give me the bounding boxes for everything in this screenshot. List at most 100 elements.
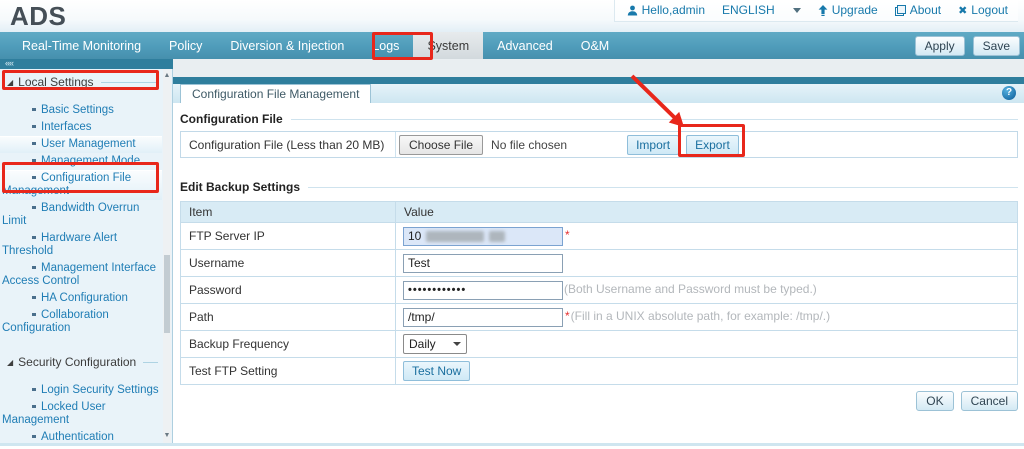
table-header-row: Item Value — [180, 201, 1018, 223]
sidebar-sections: ◢ Local Settings Basic Settings Interfaces U… — [0, 69, 162, 443]
sidebar-item-list: Basic Settings Interfaces User Management M… — [0, 102, 162, 337]
user-greeting: Hello,admin — [627, 3, 705, 17]
sidebar-item-configuration-file-management[interactable]: Configuration File Management — [0, 170, 162, 200]
export-button[interactable]: Export — [686, 134, 739, 155]
nav-logs[interactable]: Logs — [358, 32, 413, 59]
required-marker: * — [565, 228, 570, 243]
sidebar-item-locked-user-management[interactable]: Locked User Management — [0, 399, 162, 429]
configuration-file-label: Configuration File (Less than 20 MB) — [181, 132, 396, 157]
language-select[interactable]: ENGLISH — [722, 3, 801, 17]
input-value: 10 — [408, 229, 422, 243]
sidebar-item-basic-settings[interactable]: Basic Settings — [0, 102, 162, 119]
main-panel: Configuration File Management ? Configur… — [173, 59, 1024, 443]
sidebar-item-login-security-settings[interactable]: Login Security Settings — [0, 382, 162, 399]
panel-top-spacer — [173, 59, 1024, 77]
sidebar-item-bandwidth-overrun-limit[interactable]: Bandwidth Overrun Limit — [0, 200, 162, 230]
test-now-button[interactable]: Test Now — [403, 361, 471, 381]
scroll-down-arrow-icon[interactable]: ▼ — [163, 431, 171, 441]
bullet-icon — [32, 313, 36, 316]
table-row-backup-frequency: Backup Frequency Daily — [180, 330, 1018, 358]
save-button[interactable]: Save — [972, 35, 1020, 56]
expand-triangle-icon: ◢ — [7, 357, 14, 367]
section-title: Security Configuration — [18, 355, 137, 369]
column-header-item: Item — [180, 201, 396, 223]
configuration-file-controls: Choose File No file chosen Import Export — [396, 134, 1017, 155]
nav-advanced[interactable]: Advanced — [483, 32, 567, 59]
logout-link[interactable]: ✖ Logout — [958, 3, 1008, 17]
item-label: Username — [180, 249, 396, 277]
sidebar-collapse-bar[interactable]: «« — [0, 59, 173, 69]
logout-icon: ✖ — [958, 4, 968, 17]
sidebar-item-label: HA Configuration — [41, 292, 128, 304]
sidebar-item-management-mode[interactable]: Management Mode — [0, 153, 162, 170]
upgrade-link[interactable]: Upgrade — [818, 3, 878, 17]
section-rule — [308, 186, 1018, 188]
username-input[interactable]: Test — [403, 253, 563, 273]
about-link[interactable]: About — [894, 3, 941, 17]
bullet-icon — [32, 266, 36, 269]
chevron-down-icon — [792, 7, 801, 13]
sidebar-item-label: Configuration File Management — [2, 172, 132, 197]
sidebar-section-local-settings[interactable]: ◢ Local Settings — [0, 69, 162, 92]
bullet-icon — [32, 405, 36, 408]
scrollbar-thumb[interactable] — [164, 255, 170, 333]
sidebar-item-ha-configuration[interactable]: HA Configuration — [0, 290, 162, 307]
nav-policy[interactable]: Policy — [155, 32, 216, 59]
table-row-password: Password •••••••••••• (Both Username and P… — [180, 276, 1018, 304]
sidebar-item-label: Locked User Management — [2, 401, 106, 426]
backup-settings-table: Item Value FTP Server IP 10 * Username Test Pa… — [180, 201, 1018, 385]
sidebar-item-collaboration-configuration[interactable]: Collaboration Configuration — [0, 307, 162, 337]
sidebar-item-label: Bandwidth Overrun Limit — [2, 202, 140, 227]
section-rule — [100, 81, 158, 83]
sidebar-item-label: Hardware Alert Threshold — [2, 232, 118, 257]
column-header-value: Value — [395, 201, 1018, 223]
bullet-icon — [32, 159, 36, 162]
content-area: Configuration File Configuration File (L… — [173, 103, 1024, 411]
hint-text: (Fill in a UNIX absolute path, for examp… — [570, 309, 831, 324]
ftp-server-ip-input[interactable]: 10 — [403, 226, 563, 246]
value-cell: •••••••••••• (Both Username and Password … — [395, 276, 1018, 304]
sidebar-item-authentication-configuration[interactable]: Authentication Configuration — [0, 429, 162, 443]
section-title: Local Settings — [18, 75, 94, 89]
path-input[interactable]: /tmp/ — [403, 307, 563, 327]
nav-actions: Apply Save — [914, 32, 1020, 59]
configuration-file-row: Configuration File (Less than 20 MB) Cho… — [180, 131, 1018, 158]
sidebar-item-user-management[interactable]: User Management — [0, 136, 162, 153]
tab-bar: Configuration File Management ? — [173, 84, 1024, 103]
apply-button[interactable]: Apply — [914, 35, 965, 56]
nav-real-time-monitoring[interactable]: Real-Time Monitoring — [8, 32, 155, 59]
collapse-icon[interactable]: «« — [5, 58, 14, 68]
scroll-up-arrow-icon[interactable]: ▲ — [163, 71, 171, 81]
bullet-icon — [32, 125, 36, 128]
value-cell: Daily — [395, 330, 1018, 358]
sidebar-item-management-interface-access-control[interactable]: Management Interface Access Control — [0, 260, 162, 290]
input-value: Test — [408, 256, 431, 270]
nav-diversion-injection[interactable]: Diversion & Injection — [216, 32, 358, 59]
ok-button[interactable]: OK — [916, 391, 954, 411]
no-file-chosen-text: No file chosen — [491, 137, 568, 152]
choose-file-button[interactable]: Choose File — [399, 134, 484, 155]
chevron-down-icon — [453, 342, 461, 346]
table-row-ftp-server-ip: FTP Server IP 10 * — [180, 222, 1018, 250]
import-button[interactable]: Import — [627, 134, 680, 155]
item-label: Backup Frequency — [180, 330, 396, 358]
password-input[interactable]: •••••••••••• — [403, 280, 563, 300]
section-rule — [143, 361, 158, 363]
required-marker: * — [565, 309, 570, 324]
tab-configuration-file-management[interactable]: Configuration File Management — [180, 84, 372, 103]
backup-frequency-select[interactable]: Daily — [403, 334, 467, 354]
sidebar-section-security-configuration[interactable]: ◢ Security Configuration — [0, 349, 162, 372]
sidebar-scrollbar[interactable]: ▲ ▼ — [163, 69, 171, 443]
help-icon[interactable]: ? — [1002, 86, 1016, 100]
sidebar-item-label: Interfaces — [41, 121, 92, 133]
upgrade-icon — [818, 4, 828, 16]
main-navbar: Real-Time Monitoring Policy Diversion & In… — [0, 32, 1024, 59]
bullet-icon — [32, 296, 36, 299]
bullet-icon — [32, 435, 36, 438]
nav-system[interactable]: System — [413, 32, 484, 59]
value-cell: Test — [395, 249, 1018, 277]
cancel-button[interactable]: Cancel — [960, 391, 1018, 411]
sidebar-item-hardware-alert-threshold[interactable]: Hardware Alert Threshold — [0, 230, 162, 260]
nav-o-m[interactable]: O&M — [567, 32, 623, 59]
sidebar-item-interfaces[interactable]: Interfaces — [0, 119, 162, 136]
